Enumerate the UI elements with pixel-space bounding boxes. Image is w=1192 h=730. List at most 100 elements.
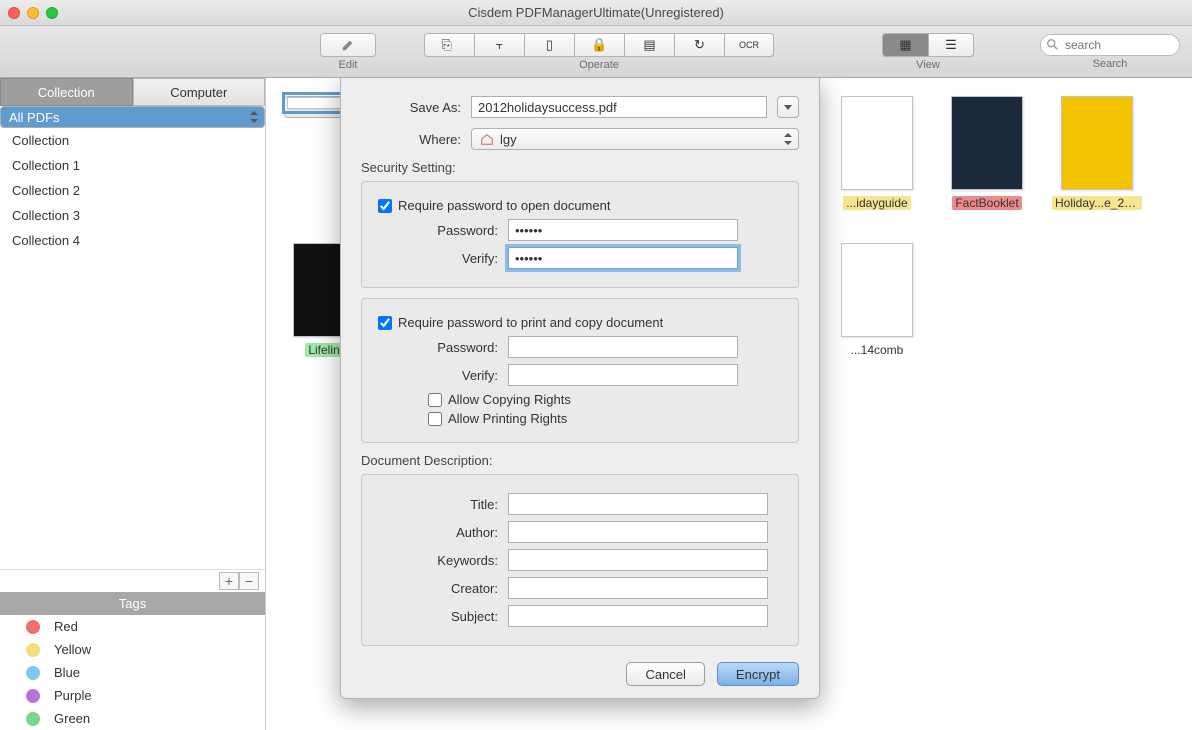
page-icon: ⎘	[442, 37, 458, 53]
edit-label: Edit	[339, 59, 358, 71]
print-verify-input[interactable]	[508, 364, 738, 386]
tag-row[interactable]: Yellow	[0, 638, 265, 661]
pdf-thumbnail[interactable]: ...idayguide	[832, 96, 922, 210]
require-open-password-checkbox[interactable]	[378, 199, 392, 213]
view-group: ▦ ☰ View	[882, 33, 974, 71]
password-label: Password:	[378, 223, 498, 238]
operate-btn-4[interactable]: 🔒	[574, 33, 624, 57]
thumbnail-image	[841, 243, 913, 337]
creator-input[interactable]	[508, 577, 768, 599]
edit-group: Edit	[320, 33, 376, 71]
pencil-icon	[341, 38, 355, 52]
tag-color-icon	[26, 620, 40, 634]
ocr-icon: OCR	[739, 40, 759, 50]
thumbnail-label: FactBooklet	[952, 196, 1021, 210]
window-title: Cisdem PDFManagerUltimate(Unregistered)	[0, 5, 1192, 20]
operate-label: Operate	[579, 59, 619, 71]
tag-row[interactable]: Red	[0, 615, 265, 638]
thumbnail-image	[951, 96, 1023, 190]
thumbnail-image	[841, 96, 913, 190]
refresh-icon: ↻	[694, 37, 705, 53]
creator-label: Creator:	[378, 581, 498, 596]
tags-header: Tags	[0, 592, 265, 615]
tab-collection[interactable]: Collection	[0, 78, 133, 106]
verify-label: Verify:	[378, 251, 498, 266]
operate-btn-7[interactable]: OCR	[724, 33, 774, 57]
where-select[interactable]: lgy	[471, 128, 799, 150]
doc-icon: ▯	[546, 37, 553, 53]
thumbnail-label: ...idayguide	[843, 196, 910, 210]
encrypt-button[interactable]: Encrypt	[717, 662, 799, 686]
sidebar-item[interactable]: Collection 4	[0, 228, 265, 253]
sidebar-item[interactable]: Collection 2	[0, 178, 265, 203]
operate-group: ⎘ ⫟ ▯ 🔒 ▤ ↻ OCR Operate	[424, 33, 774, 71]
save-as-input[interactable]	[471, 96, 767, 118]
operate-btn-6[interactable]: ↻	[674, 33, 724, 57]
password2-label: Password:	[378, 340, 498, 355]
verify2-label: Verify:	[378, 368, 498, 383]
tag-color-icon	[26, 689, 40, 703]
operate-btn-2[interactable]: ⫟	[474, 33, 524, 57]
author-input[interactable]	[508, 521, 768, 543]
list-icon: ☰	[945, 37, 957, 53]
tag-row[interactable]: Blue	[0, 661, 265, 684]
allow-printing-label: Allow Printing Rights	[448, 411, 567, 426]
operate-btn-5[interactable]: ▤	[624, 33, 674, 57]
view-grid-button[interactable]: ▦	[882, 33, 928, 57]
sidebar-item[interactable]: Collection	[0, 128, 265, 153]
operate-btn-1[interactable]: ⎘	[424, 33, 474, 57]
encrypt-sheet: Save As: Where: lgy Security Setting: Re…	[340, 78, 820, 699]
title-input[interactable]	[508, 493, 768, 515]
edit-button[interactable]	[320, 33, 376, 57]
tag-color-icon	[26, 712, 40, 726]
pdf-thumbnail[interactable]: Holiday...e_2014	[1052, 96, 1142, 210]
save-as-expand-button[interactable]	[777, 96, 799, 118]
search-input[interactable]	[1040, 34, 1180, 56]
description-heading: Document Description:	[361, 453, 799, 468]
open-password-input[interactable]	[508, 219, 738, 241]
tag-label: Green	[54, 711, 90, 726]
sidebar-item-all[interactable]: All PDFs	[0, 106, 265, 128]
search-group: Search	[1040, 34, 1180, 70]
allow-printing-checkbox[interactable]	[428, 412, 442, 426]
security-heading: Security Setting:	[361, 160, 799, 175]
allow-copying-label: Allow Copying Rights	[448, 392, 571, 407]
tag-row[interactable]: Purple	[0, 684, 265, 707]
tag-color-icon	[26, 666, 40, 680]
require-print-password-checkbox[interactable]	[378, 316, 392, 330]
tags-list: Red Yellow Blue Purple Green	[0, 615, 265, 730]
tag-label: Purple	[54, 688, 92, 703]
subject-input[interactable]	[508, 605, 768, 627]
add-collection-button[interactable]: +	[219, 572, 239, 590]
form-icon: ▤	[643, 37, 655, 53]
tag-label: Red	[54, 619, 78, 634]
lock-icon: 🔒	[591, 37, 607, 53]
keywords-input[interactable]	[508, 549, 768, 571]
allow-copying-checkbox[interactable]	[428, 393, 442, 407]
thumbnail-image	[1061, 96, 1133, 190]
title-label: Title:	[378, 497, 498, 512]
home-icon	[480, 132, 494, 146]
sidebar: Collection Computer All PDFs Collection …	[0, 78, 266, 730]
where-value: lgy	[500, 132, 517, 147]
require-open-label: Require password to open document	[398, 198, 610, 213]
pdf-thumbnail[interactable]: ...14comb	[832, 243, 922, 357]
thumbnail-label: ...14comb	[848, 343, 907, 357]
operate-btn-3[interactable]: ▯	[524, 33, 574, 57]
pdf-thumbnail[interactable]: FactBooklet	[942, 96, 1032, 210]
sidebar-item[interactable]: Collection 1	[0, 153, 265, 178]
view-list-button[interactable]: ☰	[928, 33, 974, 57]
open-verify-input[interactable]	[508, 247, 738, 269]
tag-row[interactable]: Green	[0, 707, 265, 730]
print-password-input[interactable]	[508, 336, 738, 358]
cancel-button[interactable]: Cancel	[626, 662, 704, 686]
sidebar-item[interactable]: Collection 3	[0, 203, 265, 228]
require-print-label: Require password to print and copy docum…	[398, 315, 663, 330]
where-label: Where:	[361, 132, 461, 147]
remove-collection-button[interactable]: −	[239, 572, 259, 590]
description-box: Title: Author: Keywords: Creator: Subjec…	[361, 474, 799, 646]
tab-computer[interactable]: Computer	[133, 78, 266, 106]
sidebar-list: All PDFs Collection Collection 1 Collect…	[0, 106, 265, 569]
tag-label: Yellow	[54, 642, 91, 657]
print-password-box: Require password to print and copy docum…	[361, 298, 799, 443]
